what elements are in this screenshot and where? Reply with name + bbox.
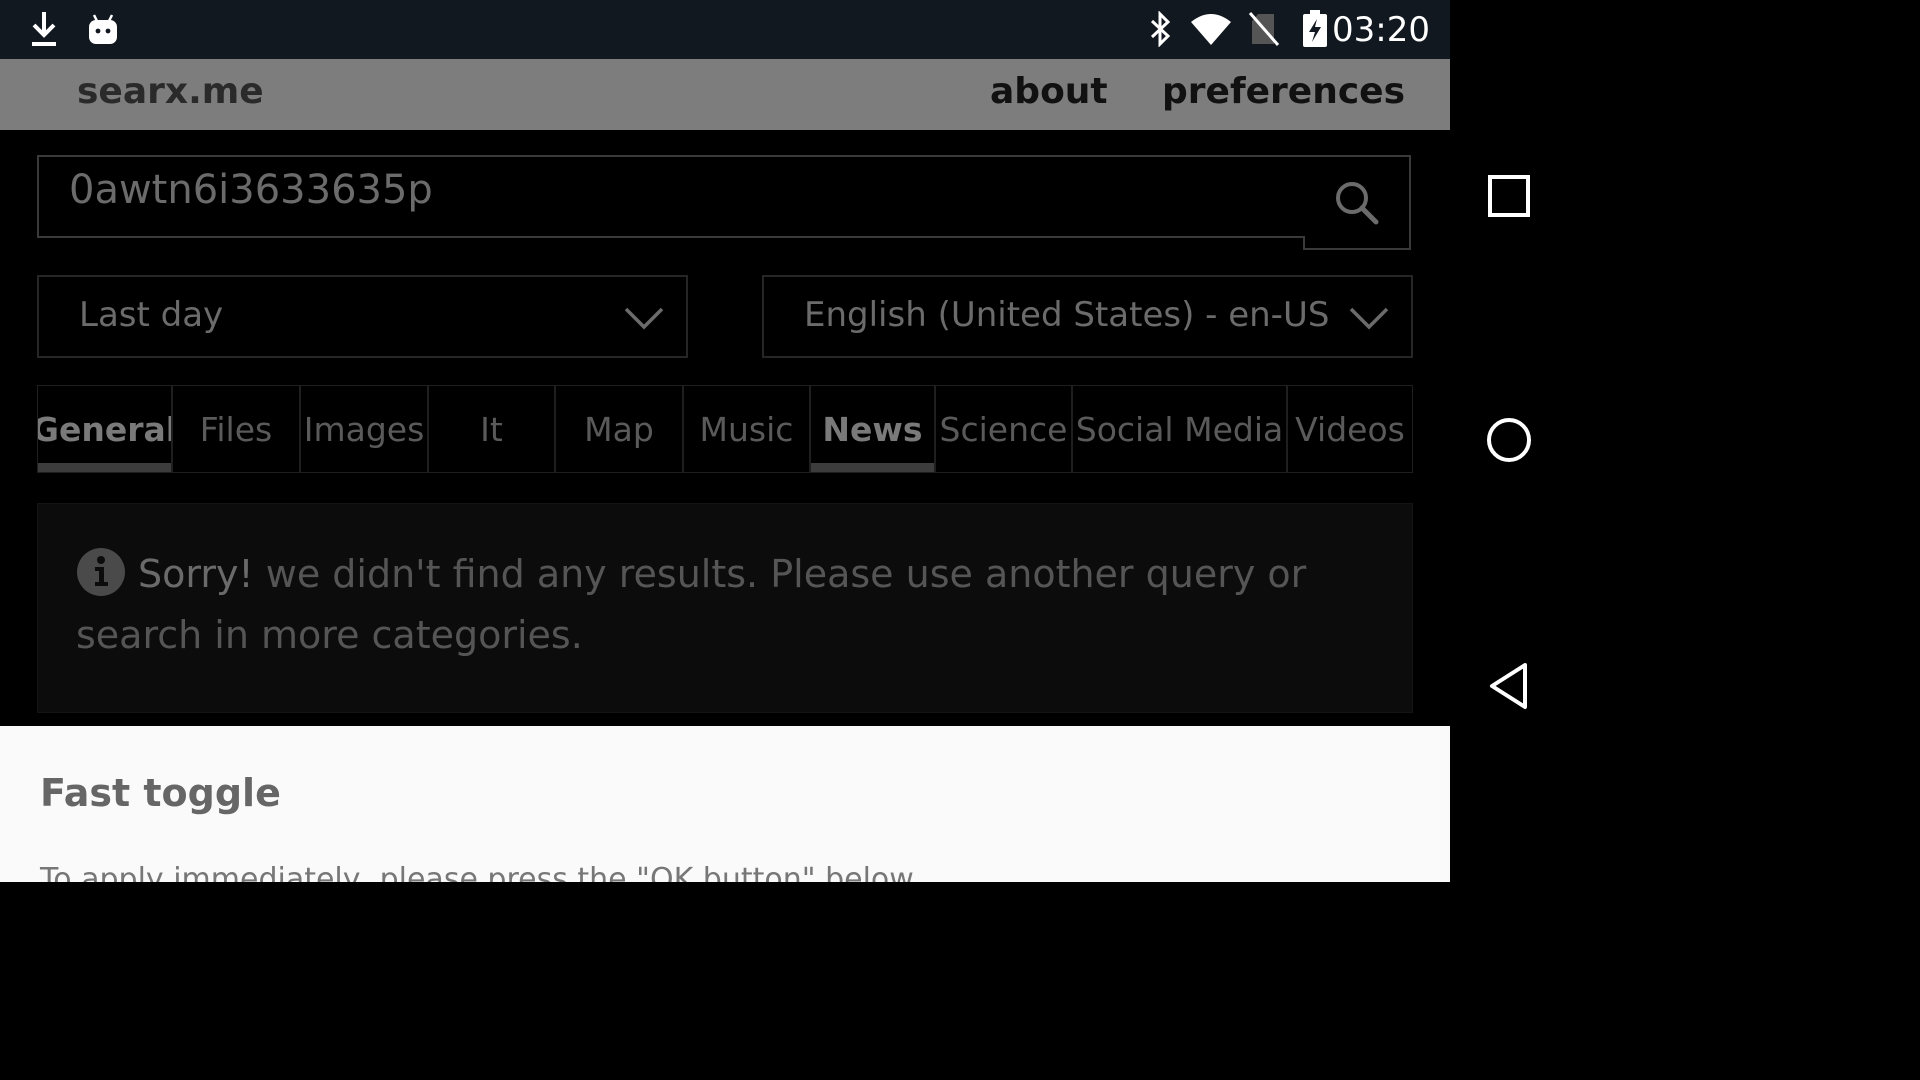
tab-news[interactable]: News	[810, 385, 935, 473]
tab-map[interactable]: Map	[555, 385, 683, 473]
download-icon	[26, 10, 62, 48]
tab-images[interactable]: Images	[300, 385, 428, 473]
wifi-icon	[1188, 10, 1234, 48]
about-link[interactable]: about	[990, 71, 1108, 112]
main-content: 0awtn6i3633635p Last day English (United…	[0, 130, 1450, 726]
sheet-title: Fast toggle	[40, 771, 281, 815]
tab-files[interactable]: Files	[172, 385, 300, 473]
square-icon	[1488, 175, 1530, 217]
category-tabs: General Files Images It Map Music News S…	[37, 385, 1413, 475]
tab-science[interactable]: Science	[935, 385, 1072, 473]
search-button[interactable]	[1303, 155, 1411, 250]
tab-music[interactable]: Music	[683, 385, 810, 473]
bluetooth-icon	[1143, 10, 1177, 48]
preferences-link[interactable]: preferences	[1162, 71, 1405, 112]
tab-it[interactable]: It	[428, 385, 555, 473]
search-icon	[1336, 181, 1379, 224]
chevron-down-icon	[1349, 307, 1389, 330]
android-robot-icon	[86, 10, 120, 48]
no-sim-icon	[1246, 10, 1282, 48]
tab-social-media[interactable]: Social Media	[1072, 385, 1287, 473]
search-form: 0awtn6i3633635p	[37, 155, 1411, 250]
site-logo[interactable]: searx.me	[77, 71, 264, 112]
search-input[interactable]: 0awtn6i3633635p	[69, 167, 433, 213]
no-results-alert: Sorry! we didn't find any results. Pleas…	[37, 503, 1413, 713]
battery-charging-icon	[1298, 10, 1332, 48]
language-value: English (United States) - en-US	[804, 295, 1330, 335]
status-bar: 03:20	[0, 0, 1450, 59]
sheet-body: To apply immediately, please press the "…	[40, 862, 921, 882]
back-triangle-icon	[1490, 663, 1527, 709]
back-button[interactable]	[1450, 626, 1568, 746]
time-range-select[interactable]: Last day	[37, 275, 688, 358]
no-results-message: Sorry! we didn't find any results. Pleas…	[76, 544, 1366, 666]
tab-videos[interactable]: Videos	[1287, 385, 1413, 473]
site-header: searx.me about preferences	[0, 59, 1450, 130]
no-results-text: we didn't find any results. Please use a…	[76, 552, 1307, 657]
no-results-heading: Sorry!	[138, 552, 254, 596]
search-input-border	[37, 236, 1305, 238]
fast-toggle-sheet: Fast toggle To apply immediately, please…	[0, 726, 1450, 882]
recents-button[interactable]	[1450, 136, 1568, 256]
time-range-value: Last day	[79, 295, 224, 335]
clock: 03:20	[1332, 10, 1430, 50]
home-button[interactable]	[1450, 380, 1568, 500]
chevron-down-icon	[624, 307, 664, 330]
language-select[interactable]: English (United States) - en-US	[762, 275, 1413, 358]
tab-general[interactable]: General	[37, 385, 172, 473]
circle-icon	[1487, 418, 1531, 462]
navigation-bar	[1450, 0, 1568, 882]
